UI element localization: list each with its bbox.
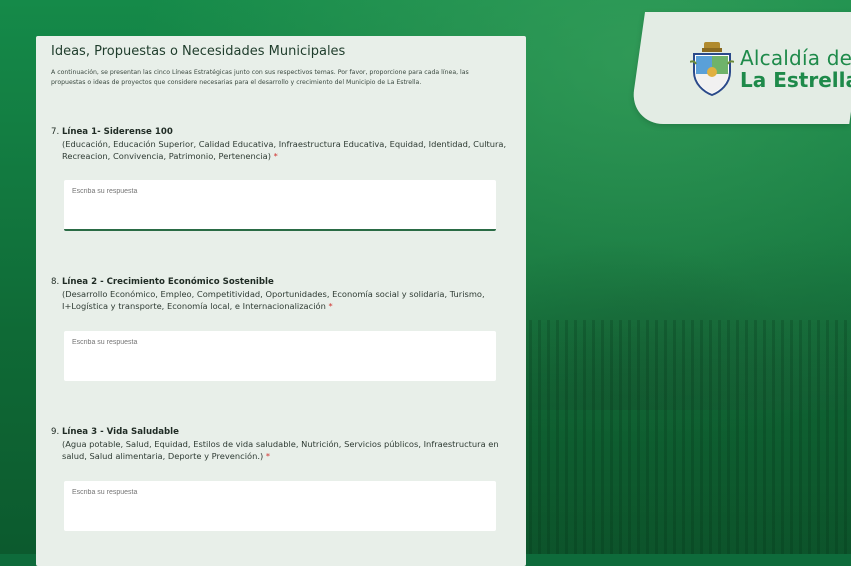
brand-name-line2: La Estrella xyxy=(740,68,851,92)
question-8: 8. Línea 2 - Crecimiento Económico Soste… xyxy=(51,277,511,312)
answer-field-9[interactable] xyxy=(64,481,496,531)
question-heading: Línea 1- Siderense 100 xyxy=(61,127,173,137)
coat-of-arms-icon xyxy=(690,42,734,96)
form-section-intro: A continuación, se presentan las cinco L… xyxy=(51,69,469,86)
required-marker: * xyxy=(273,151,278,161)
question-7: 7. Línea 1- Siderense 100 (Educación, Ed… xyxy=(51,127,511,162)
question-title: 9. Línea 3 - Vida Saludable xyxy=(51,427,511,438)
question-title: 7. Línea 1- Siderense 100 xyxy=(51,127,511,138)
question-number: 9. xyxy=(51,427,60,437)
brand-name-line1: Alcaldía de xyxy=(740,46,851,70)
question-topics-text: (Agua potable, Salud, Equidad, Estilos d… xyxy=(62,439,499,461)
answer-field-8[interactable] xyxy=(64,331,496,381)
question-heading: Línea 2 - Crecimiento Económico Sostenib… xyxy=(61,277,274,287)
required-marker: * xyxy=(328,301,333,311)
required-marker: * xyxy=(265,451,271,461)
form-section-title: Ideas, Propuestas o Necesidades Municipa… xyxy=(51,44,346,59)
question-topics: (Desarrollo Económico, Empleo, Competiti… xyxy=(62,288,511,312)
background-city xyxy=(520,320,851,554)
brand-logo: Alcaldía de La Estrella xyxy=(690,24,851,114)
question-heading: Línea 3 - Vida Saludable xyxy=(61,427,179,437)
question-9: 9. Línea 3 - Vida Saludable (Agua potabl… xyxy=(51,427,511,462)
question-topics: (Agua potable, Salud, Equidad, Estilos d… xyxy=(62,438,511,462)
answer-input-9[interactable] xyxy=(70,488,165,497)
question-topics-text: (Desarrollo Económico, Empleo, Competiti… xyxy=(62,289,485,311)
question-topics: (Educación, Educación Superior, Calidad … xyxy=(62,138,511,162)
answer-input-7[interactable] xyxy=(70,187,165,196)
question-topics-text: (Educación, Educación Superior, Calidad … xyxy=(62,139,507,161)
question-title: 8. Línea 2 - Crecimiento Económico Soste… xyxy=(51,277,511,288)
question-number: 8. xyxy=(51,277,60,287)
answer-field-7[interactable] xyxy=(64,180,496,231)
question-number: 7. xyxy=(51,127,60,137)
answer-input-8[interactable] xyxy=(70,338,165,347)
